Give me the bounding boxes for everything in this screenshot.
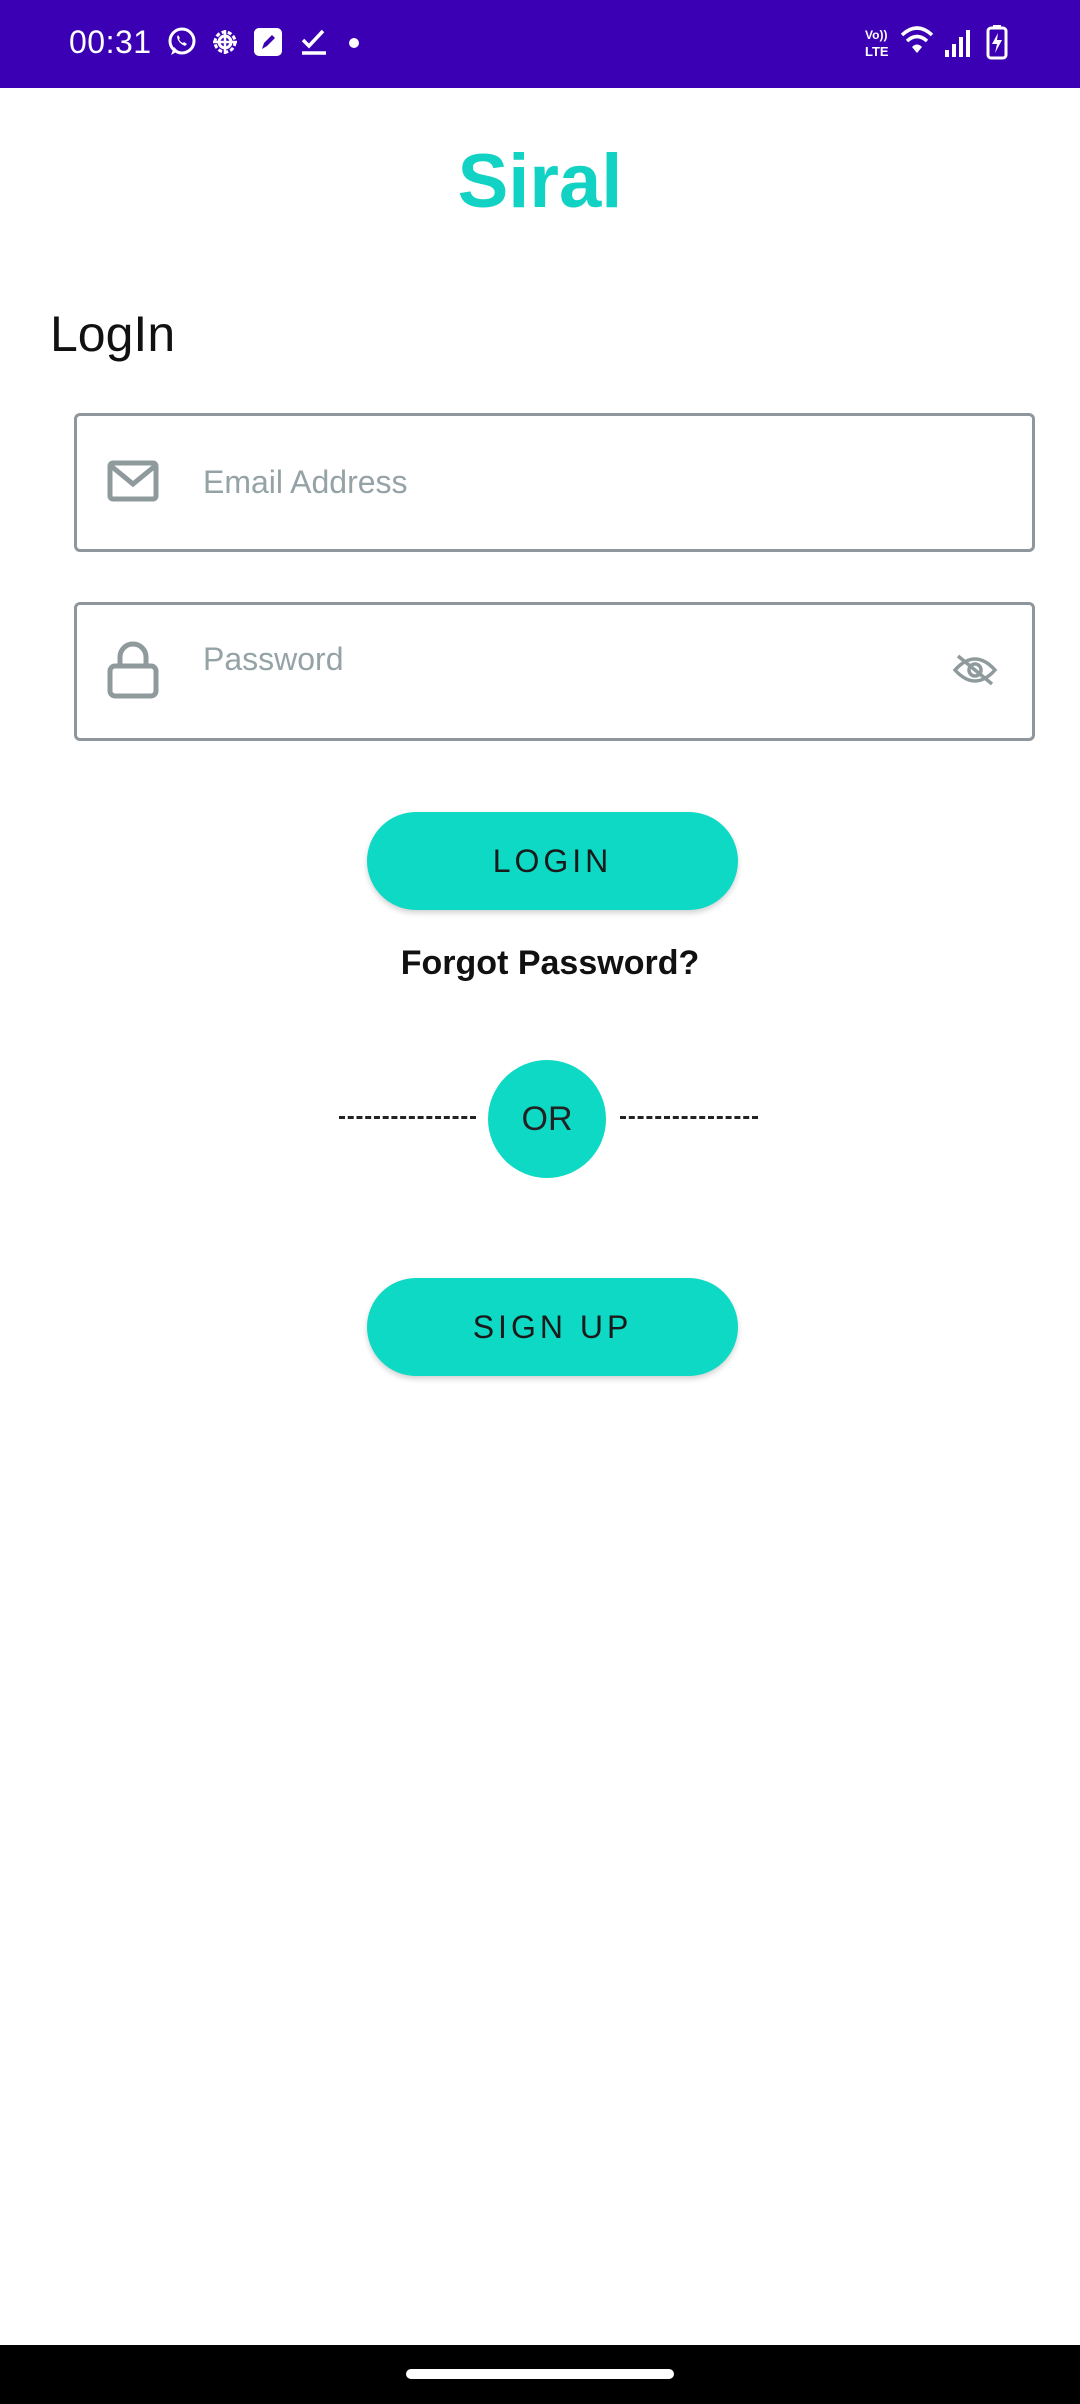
signal-icon [944, 28, 974, 63]
settings-gear-icon [209, 26, 241, 63]
checklist-icon [300, 26, 328, 63]
volte-top-text: Vo)) [865, 28, 887, 42]
status-bar: 00:31 Vo)) LTE [0, 0, 1080, 88]
login-button[interactable]: LOGIN [367, 812, 738, 910]
navigation-bar [0, 2345, 1080, 2404]
password-input[interactable] [203, 593, 932, 726]
email-input[interactable] [203, 416, 932, 549]
password-field[interactable] [74, 593, 1035, 741]
dashed-line-right [620, 1116, 758, 1119]
eye-off-icon[interactable] [952, 653, 998, 692]
lock-icon [107, 641, 159, 704]
home-indicator[interactable] [406, 2369, 674, 2379]
battery-charging-icon [986, 24, 1008, 65]
volte-bottom-text: LTE [865, 44, 889, 59]
wifi-icon [900, 24, 934, 61]
whatsapp-icon [166, 26, 198, 63]
login-heading: LogIn [50, 306, 176, 362]
email-field[interactable] [74, 413, 1035, 552]
signup-button[interactable]: SIGN UP [367, 1278, 738, 1376]
app-title: Siral [457, 139, 623, 224]
dot-icon [348, 36, 360, 54]
forgot-password-link[interactable]: Forgot Password? [0, 944, 1080, 983]
or-badge: OR [488, 1060, 606, 1178]
pencil-note-icon [252, 26, 284, 63]
system-icons: Vo)) LTE [864, 24, 1014, 64]
mail-icon [107, 460, 159, 509]
status-time: 00:31 [69, 24, 152, 60]
or-divider: OR [0, 1060, 1080, 1178]
dashed-line-left [339, 1116, 476, 1119]
volte-icon: Vo)) LTE [864, 26, 894, 65]
